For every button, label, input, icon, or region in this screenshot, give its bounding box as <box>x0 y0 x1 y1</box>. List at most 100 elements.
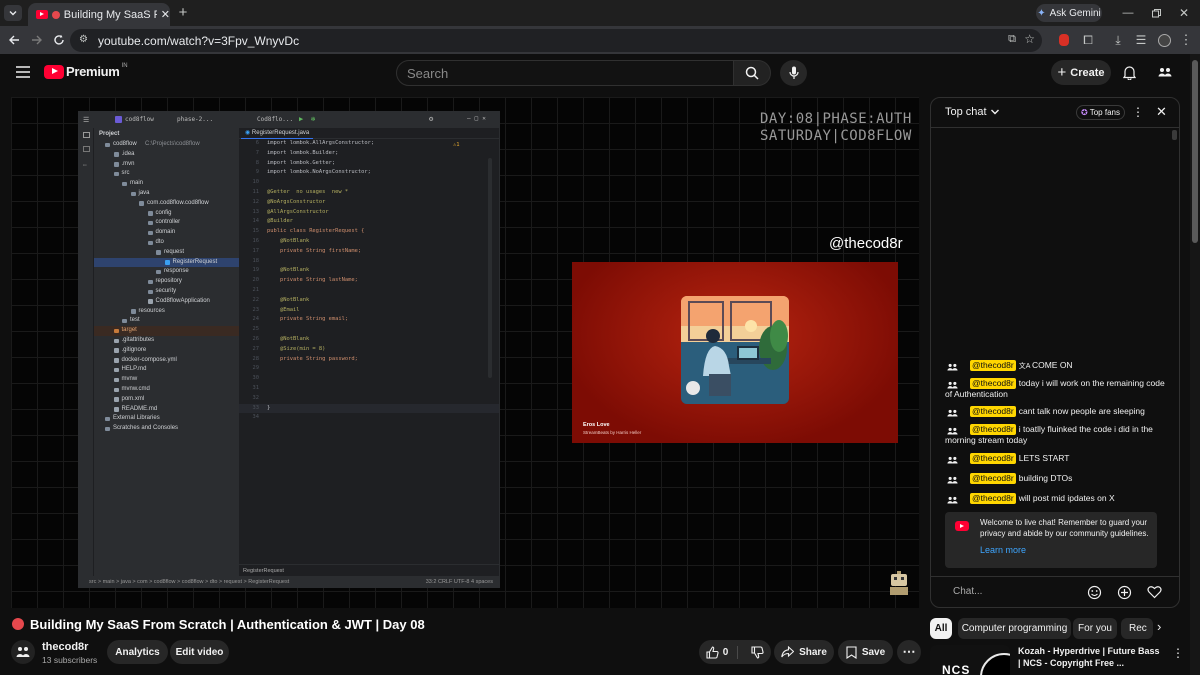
project-tree-item[interactable]: src <box>94 169 239 179</box>
recommended-menu-button[interactable]: ⋮ <box>1172 646 1184 660</box>
top-fans-button[interactable]: ✪ Top fans <box>1076 105 1125 120</box>
project-tree-item[interactable]: mvnw <box>94 375 239 385</box>
search-input[interactable]: Search <box>396 60 734 86</box>
guide-menu-button[interactable] <box>14 63 32 81</box>
project-tree-item[interactable]: main <box>94 179 239 189</box>
chat-input[interactable]: Chat... <box>953 586 982 597</box>
project-tree-item[interactable]: com.cod8flow.cod8flow <box>94 199 239 209</box>
chat-message[interactable]: @thecod8r 文A COME ON <box>945 360 1171 373</box>
project-tree-item[interactable]: request <box>94 248 239 258</box>
chat-options-button[interactable]: ⋮ <box>1132 105 1144 119</box>
chat-username[interactable]: @thecod8r <box>970 360 1016 371</box>
filter-chip[interactable]: For you <box>1073 618 1117 639</box>
translate-icon[interactable]: 文A <box>1019 363 1032 370</box>
chat-message[interactable]: @thecod8r cant talk now people are sleepi… <box>945 406 1171 417</box>
project-tree-item[interactable]: README.md <box>94 405 239 415</box>
project-tree-item[interactable]: cod8flow C:\Projects\cod8flow <box>94 140 239 150</box>
project-tree-item[interactable]: target <box>94 326 239 336</box>
learn-more-link[interactable]: Learn more <box>980 545 1026 556</box>
project-tree-item[interactable]: domain <box>94 228 239 238</box>
chat-message[interactable]: @thecod8r i toatlly fluinked the code i d… <box>945 424 1171 445</box>
project-tree-item[interactable]: config <box>94 209 239 219</box>
chat-scroll-up[interactable] <box>1172 130 1177 140</box>
chat-username[interactable]: @thecod8r <box>970 378 1016 389</box>
page-scrollbar-thumb[interactable] <box>1192 60 1198 243</box>
project-tree-item[interactable]: security <box>94 287 239 297</box>
like-button[interactable]: 0 <box>706 645 739 659</box>
chat-scrollbar[interactable] <box>1172 130 1177 540</box>
minimize-button[interactable]: — <box>1120 5 1136 21</box>
voice-search-button[interactable] <box>780 60 807 86</box>
site-info-icon[interactable]: ⚙ <box>79 34 88 45</box>
browser-tab[interactable]: Building My SaaS From Scra ✕ <box>28 3 170 26</box>
dislike-button[interactable] <box>743 645 764 659</box>
create-button[interactable]: + Create <box>1051 60 1111 85</box>
video-player[interactable]: ☰ cod8flow phase-2... Cod8flo... ▶ ✻ ⚙ –… <box>11 97 919 608</box>
close-window-button[interactable]: ✕ <box>1176 5 1192 21</box>
tab-close-icon[interactable]: ✕ <box>161 8 170 21</box>
recommended-title[interactable]: Kozah - Hyperdrive | Future Bass | NCS -… <box>1018 645 1163 669</box>
chat-message[interactable]: @thecod8r will post mid ipdates on X <box>945 493 1171 504</box>
extension-button[interactable] <box>1056 32 1072 48</box>
close-chat-button[interactable]: ✕ <box>1156 104 1167 120</box>
project-tree-item[interactable]: External Libraries <box>94 414 239 424</box>
project-tree-item[interactable]: Cod8flowApplication <box>94 297 239 307</box>
chat-username[interactable]: @thecod8r <box>970 424 1016 435</box>
chat-message[interactable]: @thecod8r building DTOs <box>945 473 1171 484</box>
profile-button[interactable] <box>1156 32 1172 48</box>
chat-message[interactable]: @thecod8r today i will work on the remain… <box>945 378 1171 399</box>
reload-button[interactable] <box>51 32 67 48</box>
cast-icon[interactable]: ⧉ <box>1008 33 1016 46</box>
filter-chip[interactable]: Rec <box>1121 618 1153 639</box>
editor-tab[interactable]: ◉ RegisterRequest.java <box>241 128 314 139</box>
heart-reaction-button[interactable] <box>1147 585 1162 600</box>
project-tree-item[interactable]: java <box>94 189 239 199</box>
project-tree-item[interactable]: RegisterRequest <box>94 257 239 268</box>
share-button[interactable]: Share <box>774 640 834 664</box>
channel-avatar[interactable] <box>11 640 35 664</box>
browser-menu-button[interactable]: ⋮ <box>1178 32 1194 48</box>
project-tree-item[interactable]: Scratches and Consoles <box>94 424 239 434</box>
downloads-button[interactable]: ⤓ <box>1110 32 1126 48</box>
bookmark-star-icon[interactable]: ☆ <box>1024 32 1035 46</box>
project-tree-item[interactable]: .gitignore <box>94 346 239 356</box>
chips-next-button[interactable]: › <box>1157 619 1161 634</box>
project-tree-item[interactable]: response <box>94 267 239 277</box>
back-button[interactable] <box>6 32 22 48</box>
project-tree-item[interactable]: .idea <box>94 150 239 160</box>
project-tree-item[interactable]: repository <box>94 277 239 287</box>
add-reaction-button[interactable] <box>1117 585 1132 600</box>
reading-list-button[interactable]: ☰ <box>1133 32 1149 48</box>
chat-mode-dropdown[interactable]: Top chat <box>945 106 1000 118</box>
restore-button[interactable] <box>1148 5 1164 21</box>
edit-video-button[interactable]: Edit video <box>170 640 229 664</box>
more-actions-button[interactable]: ⋯ <box>897 640 921 664</box>
ask-gemini-button[interactable]: ✦ Ask Gemini <box>1036 4 1102 22</box>
save-button[interactable]: Save <box>838 640 893 664</box>
analytics-button[interactable]: Analytics <box>107 640 168 664</box>
project-tree-item[interactable]: pom.xml <box>94 395 239 405</box>
project-tree-item[interactable]: HELP.md <box>94 365 239 375</box>
project-tree-item[interactable]: test <box>94 316 239 326</box>
search-button[interactable] <box>733 60 771 86</box>
project-tree-item[interactable]: controller <box>94 218 239 228</box>
chat-username[interactable]: @thecod8r <box>970 406 1016 417</box>
address-bar[interactable]: ⚙ youtube.com/watch?v=3Fpv_WnyvDc ⧉ ☆ <box>70 29 1042 52</box>
tab-search-button[interactable] <box>4 5 22 21</box>
youtube-logo[interactable]: Premium IN <box>44 63 128 79</box>
chat-username[interactable]: @thecod8r <box>970 493 1016 504</box>
project-tree-item[interactable]: docker-compose.yml <box>94 356 239 366</box>
chat-message[interactable]: @thecod8r LETS START <box>945 453 1171 464</box>
project-tree-item[interactable]: resources <box>94 307 239 317</box>
account-button[interactable] <box>1155 62 1175 82</box>
project-tree-item[interactable]: mvnw.cmd <box>94 385 239 395</box>
filter-chip[interactable]: All <box>930 618 952 639</box>
project-tree-item[interactable]: .mvn <box>94 160 239 170</box>
project-tree-item[interactable]: .gitattributes <box>94 336 239 346</box>
project-tree-item[interactable]: dto <box>94 238 239 248</box>
filter-chip[interactable]: Computer programming <box>958 618 1071 639</box>
page-scrollbar[interactable] <box>1190 54 1200 675</box>
chat-username[interactable]: @thecod8r <box>970 453 1016 464</box>
forward-button[interactable] <box>29 32 45 48</box>
new-tab-button[interactable]: + <box>176 4 190 21</box>
